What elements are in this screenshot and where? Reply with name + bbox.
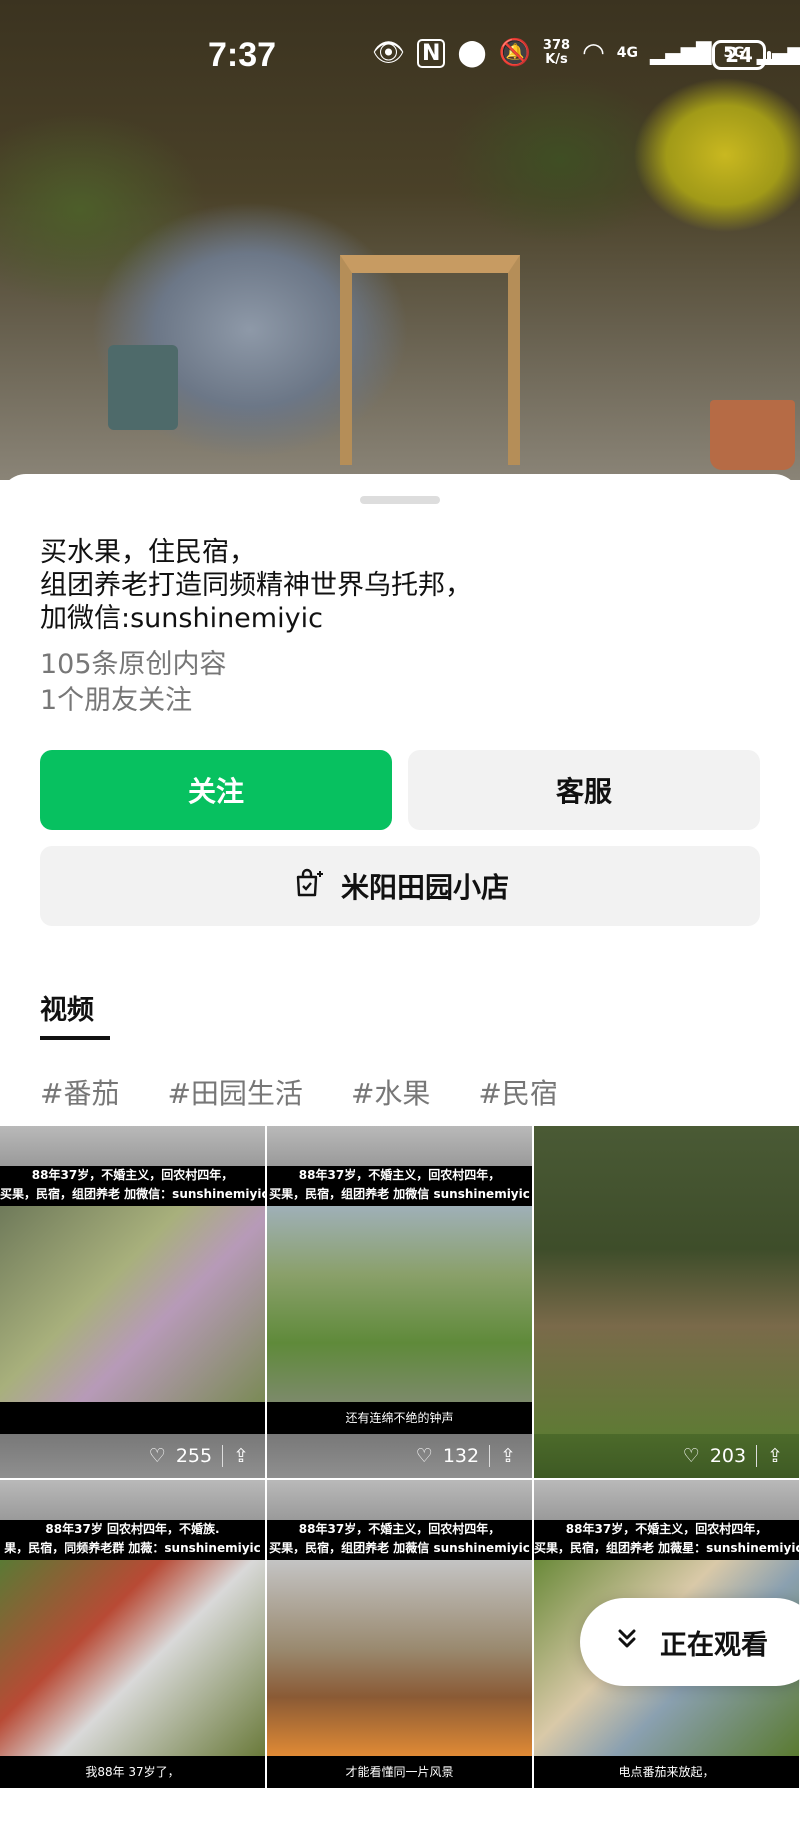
heart-icon[interactable]: ♡ [416, 1445, 433, 1467]
video-thumbnail [267, 1206, 532, 1402]
friends-following[interactable]: 1个朋友关注 [40, 678, 192, 717]
profile-bio: 买水果，住民宿， 组团养老打造同频精神世界乌托邦， 加微信:sunshinemi… [40, 537, 472, 634]
tag-item[interactable]: #田园生活 [167, 1072, 302, 1112]
customer-service-button[interactable]: 客服 [408, 750, 760, 830]
wifi-icon: ◠ [582, 38, 605, 68]
location-icon: ⬤ [457, 38, 487, 68]
mute-icon: 🔕 [498, 38, 531, 68]
video-caption: 88年37岁，不婚主义，回农村四年， 买果，民宿，组团养老 加微信：sunshi… [0, 1166, 265, 1206]
video-caption: 88年37岁，不婚主义，回农村四年， 买果，民宿，组团养老 加微信 sunshi… [267, 1166, 532, 1206]
heart-icon[interactable]: ♡ [683, 1445, 700, 1467]
like-count: 132 [442, 1445, 480, 1467]
now-watching-button[interactable]: 正在观看 [580, 1598, 800, 1686]
share-icon[interactable]: ⇪ [500, 1445, 516, 1467]
hero-bucket [108, 345, 178, 430]
status-bar: 7:37 👁 N ⬤ 🔕 378 K/s ◠ 4G ▂▄▆█ 5G ▂▄▆█ 2… [0, 0, 800, 100]
video-subtitle [0, 1402, 265, 1434]
video-caption: 88年37岁 回农村四年，不婚族. 果，民宿，同频养老群 加薇：sunshine… [0, 1520, 265, 1560]
status-time: 7:37 [208, 36, 277, 74]
share-icon[interactable]: ⇪ [767, 1445, 783, 1467]
video-stats: ♡ 203 ⇪ [683, 1434, 783, 1478]
video-card[interactable]: 88年37岁，不婚主义，回农村四年， 买果，民宿，组团养老 加微信 sunshi… [267, 1126, 532, 1478]
divider [222, 1445, 224, 1467]
video-thumbnail [534, 1126, 799, 1434]
video-subtitle: 电点番茄来放起， [534, 1756, 799, 1788]
video-card[interactable]: 88年37岁，不婚主义，回农村四年， 买果，民宿，组团养老 加微信：sunshi… [0, 1126, 265, 1478]
video-card-top [267, 1126, 532, 1166]
like-count: 255 [175, 1445, 213, 1467]
video-card-footer: ♡ 203 ⇪ [534, 1434, 799, 1478]
hero-flower-pot [710, 400, 795, 470]
video-subtitle: 才能看懂同一片风景 [267, 1756, 532, 1788]
signal-bars-icon: ▂▄▆█ [649, 41, 712, 65]
shop-bag-icon [291, 865, 327, 908]
video-card-top [534, 1480, 799, 1520]
signal-4g: 4G [616, 45, 638, 61]
divider [489, 1445, 491, 1467]
video-card-footer: ♡ 255 ⇪ [0, 1434, 265, 1478]
tab-active-indicator [40, 1036, 110, 1040]
video-card-top [0, 1126, 265, 1166]
video-stats: ♡ 132 ⇪ [416, 1434, 516, 1478]
video-thumbnail [0, 1560, 265, 1756]
video-card-top [0, 1480, 265, 1520]
now-watching-label: 正在观看 [660, 1629, 768, 1661]
tag-item[interactable]: #番茄 [40, 1072, 119, 1112]
customer-service-label: 客服 [555, 775, 612, 808]
original-content-count[interactable]: 105条原创内容 [40, 642, 227, 681]
video-subtitle: 还有连绵不绝的钟声 [267, 1402, 532, 1434]
shop-button[interactable]: 米阳田园小店 [40, 846, 760, 926]
tab-videos[interactable]: 视频 [40, 988, 94, 1027]
nfc-icon: N [417, 38, 446, 68]
video-thumbnail [267, 1560, 532, 1756]
tag-item[interactable]: #民宿 [478, 1072, 557, 1112]
video-card[interactable]: 88年37岁 回农村四年，不婚族. 果，民宿，同频养老群 加薇：sunshine… [0, 1480, 265, 1832]
video-subtitle: 我88年 37岁了， [0, 1756, 265, 1788]
sheet-drag-handle[interactable] [360, 496, 440, 504]
battery-indicator: 24 [712, 40, 771, 70]
follow-button-label: 关注 [187, 775, 244, 808]
hero-chair [340, 255, 520, 465]
video-thumbnail [0, 1206, 265, 1402]
tag-item[interactable]: #水果 [351, 1072, 430, 1112]
video-stats: ♡ 255 ⇪ [149, 1434, 249, 1478]
like-count: 203 [709, 1445, 747, 1467]
divider [756, 1445, 758, 1467]
follow-button[interactable]: 关注 [40, 750, 392, 830]
shop-label: 米阳田园小店 [340, 871, 509, 904]
video-card[interactable]: 88年37岁，不婚主义，回农村四年， 买果，民宿，组团养老 加薇信 sunshi… [267, 1480, 532, 1832]
video-card-footer: ♡ 132 ⇪ [267, 1434, 532, 1478]
network-speed: 378 K/s [542, 38, 571, 67]
video-caption: 88年37岁，不婚主义，回农村四年， 买果，民宿，组团养老 加薇星：sunshi… [534, 1520, 799, 1560]
heart-icon[interactable]: ♡ [149, 1445, 166, 1467]
share-icon[interactable]: ⇪ [233, 1445, 249, 1467]
video-caption: 88年37岁，不婚主义，回农村四年， 买果，民宿，组团养老 加薇信 sunshi… [267, 1520, 532, 1560]
double-chevron-down-icon [616, 1627, 638, 1658]
video-card-top [267, 1480, 532, 1520]
tag-list: #番茄 #田园生活 #水果 #民宿 [40, 1072, 558, 1112]
video-card[interactable]: ♡ 203 ⇪ [534, 1126, 799, 1478]
eye-icon: 👁 [372, 38, 406, 68]
